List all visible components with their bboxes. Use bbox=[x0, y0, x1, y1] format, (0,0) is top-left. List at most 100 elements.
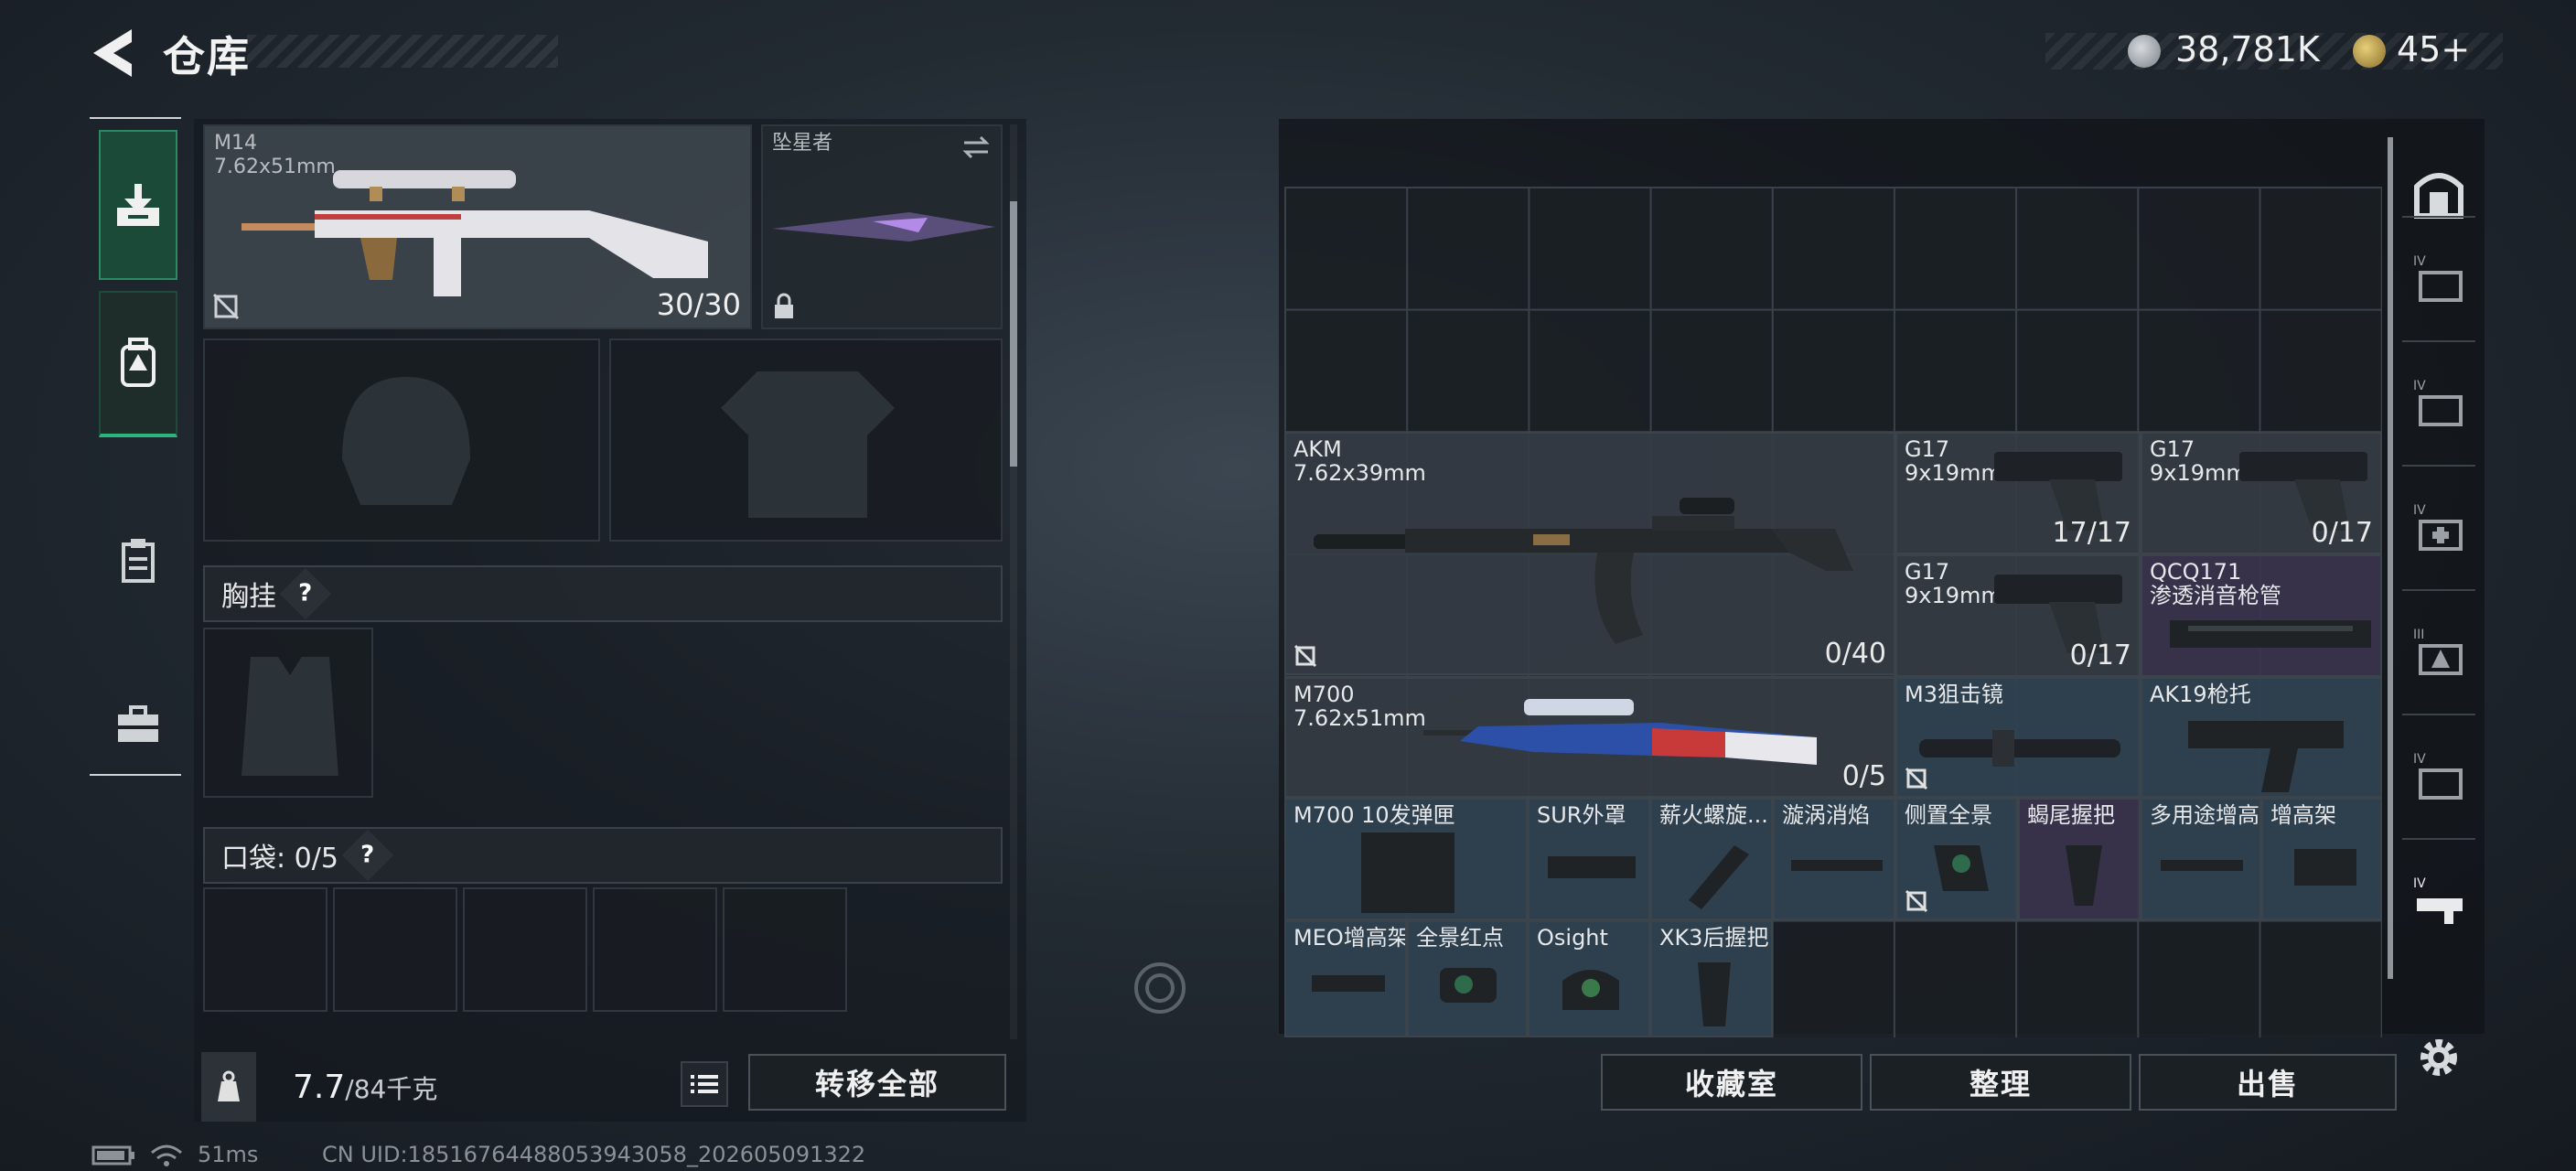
download-icon bbox=[117, 184, 159, 226]
settings-button[interactable] bbox=[2411, 1030, 2466, 1085]
red-dot-image bbox=[1440, 968, 1497, 1003]
flash-hider-image bbox=[1791, 860, 1883, 871]
armor-slot[interactable] bbox=[609, 338, 1003, 542]
grid-item-m700[interactable]: M700 7.62x51mm 0/5 bbox=[1284, 677, 1895, 798]
tab-clipboard[interactable] bbox=[99, 485, 177, 635]
helmet-placeholder-icon bbox=[342, 377, 470, 505]
vest-placeholder-icon bbox=[242, 657, 338, 776]
weight-icon bbox=[201, 1052, 256, 1122]
collection-room-button[interactable]: 收藏室 bbox=[1601, 1054, 1862, 1111]
pockets-help-icon[interactable]: ? bbox=[341, 829, 394, 882]
weight-limit: /84千克 bbox=[345, 1074, 438, 1104]
akm-rifle-image bbox=[1314, 498, 1853, 644]
side-tab-bar bbox=[90, 117, 181, 776]
storage-tab-5[interactable]: IV bbox=[2411, 750, 2466, 805]
svg-text:IV: IV bbox=[2413, 503, 2426, 518]
chest-rig-slot[interactable] bbox=[203, 628, 373, 798]
pocket-slot-3[interactable] bbox=[463, 887, 587, 1012]
organize-button[interactable]: 整理 bbox=[1870, 1054, 2131, 1111]
grid-item-m700-magazine[interactable]: M700 10发弹匣 bbox=[1284, 798, 1528, 920]
pocket-slot-2[interactable] bbox=[333, 887, 457, 1012]
primary-weapon-slot[interactable]: M14 7.62x51mm 30/30 bbox=[203, 124, 752, 329]
grid-item-panoramic-red-dot[interactable]: 全景红点 bbox=[1407, 920, 1528, 1037]
pockets-label: 口袋: 0/5 bbox=[221, 843, 338, 875]
storage-tab-4[interactable]: III bbox=[2411, 626, 2466, 681]
m700-rifle-image bbox=[1423, 699, 1817, 765]
gold-coin-icon bbox=[2353, 35, 2386, 68]
svg-text:III: III bbox=[2413, 628, 2424, 642]
storage-scrollbar[interactable] bbox=[2388, 137, 2393, 979]
gear-icon bbox=[2420, 1039, 2457, 1076]
briefcase-icon bbox=[118, 705, 158, 742]
storage-tab-6[interactable]: IV bbox=[2411, 875, 2466, 929]
pockets-header: 口袋: 0/5 ? bbox=[203, 827, 1003, 884]
gold-currency-amount[interactable]: 45+ bbox=[2397, 29, 2470, 70]
storage-main-tab[interactable] bbox=[2411, 165, 2466, 220]
pocket-slot-4[interactable] bbox=[593, 887, 717, 1012]
silver-currency-amount: 38,781K bbox=[2175, 29, 2320, 70]
grid-item-sur-cover[interactable]: SUR外罩 bbox=[1528, 798, 1650, 920]
pocket-slot-5[interactable] bbox=[723, 887, 847, 1012]
tab-loadout[interactable] bbox=[99, 291, 177, 437]
stock-image bbox=[2188, 721, 2344, 792]
storage-tab-2[interactable]: IV bbox=[2411, 377, 2466, 432]
svg-text:IV: IV bbox=[2413, 752, 2426, 767]
lock-icon bbox=[775, 293, 793, 318]
storage-tab-3[interactable]: IV bbox=[2411, 501, 2466, 556]
storage-folder-icon: IV bbox=[2413, 379, 2463, 426]
storage-tab-1[interactable]: IV bbox=[2411, 252, 2466, 307]
grid-item-vortex-flash-hider[interactable]: 漩涡消焰 bbox=[1773, 798, 1895, 920]
grid-item-m3-scope[interactable]: M3狙击镜 bbox=[1895, 677, 2141, 798]
chest-rig-label: 胸挂 bbox=[221, 581, 276, 613]
grid-item-riser-mount[interactable]: 增高架 bbox=[2261, 798, 2382, 920]
grid-item-xk3-grip[interactable]: XK3后握把 bbox=[1650, 920, 1773, 1037]
grid-item-side-panoramic[interactable]: 侧置全景 bbox=[1895, 798, 2018, 920]
grip-image bbox=[1698, 962, 1731, 1026]
transfer-all-button[interactable]: 转移全部 bbox=[748, 1054, 1006, 1111]
sight-image bbox=[1562, 970, 1619, 1010]
no-insurance-icon bbox=[212, 293, 240, 320]
grid-item-qcq171[interactable]: QCQ171 渗透消音枪管 bbox=[2141, 554, 2382, 677]
grid-item-osight[interactable]: Osight bbox=[1528, 920, 1650, 1037]
svg-text:IV: IV bbox=[2413, 254, 2426, 269]
svg-text:IV: IV bbox=[2413, 876, 2426, 891]
sell-button[interactable]: 出售 bbox=[2139, 1054, 2397, 1111]
melee-slot[interactable]: 坠星者 bbox=[761, 124, 1003, 329]
scope-image bbox=[1919, 730, 2120, 767]
no-insurance-icon bbox=[1905, 889, 1928, 913]
list-icon bbox=[691, 1075, 718, 1093]
weight-value: 7.7 bbox=[293, 1069, 346, 1106]
grid-item-akm[interactable]: AKM 7.62x39mm 0/40 bbox=[1284, 432, 1895, 675]
vault-icon bbox=[2414, 173, 2463, 219]
helmet-slot[interactable] bbox=[203, 338, 600, 542]
chest-rig-header: 胸挂 ? bbox=[203, 565, 1003, 622]
barrel-image bbox=[2170, 620, 2371, 648]
grid-item-spiral-handguard[interactable]: 薪火螺旋... bbox=[1650, 798, 1773, 920]
handguard-image bbox=[1548, 856, 1636, 878]
list-view-button[interactable] bbox=[681, 1061, 728, 1107]
tab-deposit[interactable] bbox=[99, 130, 177, 280]
riser-image bbox=[2161, 860, 2243, 871]
grid-item-scorpion-grip[interactable]: 蝎尾握把 bbox=[2018, 798, 2141, 920]
grid-item-ak19-stock[interactable]: AK19枪托 bbox=[2141, 677, 2382, 798]
clipboard-icon bbox=[122, 539, 155, 583]
knife-image bbox=[772, 212, 995, 242]
pocket-slot-1[interactable] bbox=[203, 887, 327, 1012]
grid-item-meo-riser[interactable]: MEO增高架 bbox=[1284, 920, 1407, 1037]
back-button[interactable] bbox=[88, 24, 135, 82]
swap-icon[interactable] bbox=[961, 134, 992, 161]
grid-item-g17-2[interactable]: G17 9x19mm 0/17 bbox=[2141, 432, 2382, 554]
user-uid: CN UID:18516764488053943058_202605091322 bbox=[322, 1142, 866, 1167]
grid-item-g17-1[interactable]: G17 9x19mm 17/17 bbox=[1895, 432, 2141, 554]
left-scrollbar-thumb[interactable] bbox=[1010, 201, 1017, 467]
melee-name: 坠星者 bbox=[772, 132, 833, 155]
svg-text:IV: IV bbox=[2413, 379, 2426, 393]
grid-item-g17-3[interactable]: G17 9x19mm 0/17 bbox=[1895, 554, 2141, 677]
no-insurance-icon bbox=[1905, 767, 1928, 790]
center-target-icon bbox=[1134, 962, 1186, 1014]
weight-readout: 7.7/84千克 bbox=[293, 1069, 437, 1106]
grid-item-multi-riser[interactable]: 多用途增高 bbox=[2141, 798, 2261, 920]
tab-toolbox[interactable] bbox=[99, 650, 177, 800]
chest-rig-help-icon[interactable]: ? bbox=[279, 567, 332, 620]
storage-weapon-icon: IV bbox=[2413, 254, 2463, 302]
